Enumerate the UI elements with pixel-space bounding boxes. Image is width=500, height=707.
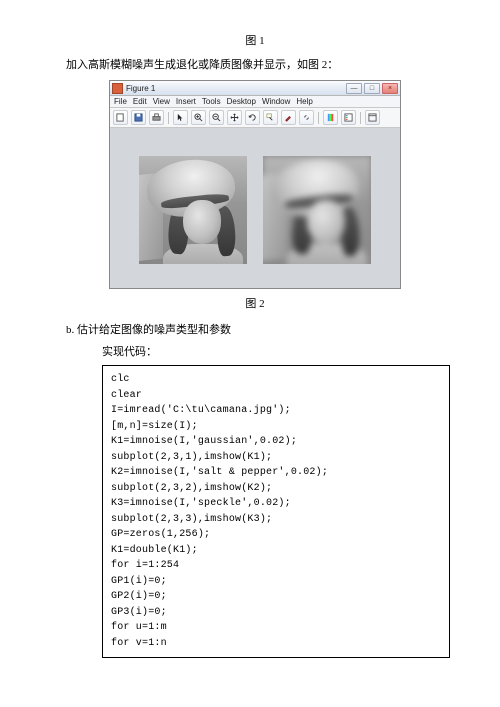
code-block: clc clear I=imread('C:\tu\camana.jpg'); …	[102, 365, 450, 658]
code-caption: 实现代码：	[102, 343, 450, 359]
pan-icon[interactable]	[227, 110, 242, 125]
pointer-icon[interactable]	[173, 110, 188, 125]
degraded-image	[263, 156, 371, 264]
window-maximize-button[interactable]: □	[364, 83, 380, 94]
menu-edit[interactable]: Edit	[133, 97, 147, 106]
section-b-heading: b. 估计给定图像的噪声类型和参数	[66, 321, 450, 337]
menu-tools[interactable]: Tools	[202, 97, 221, 106]
brush-icon[interactable]	[281, 110, 296, 125]
figure1-caption: 图 1	[60, 32, 450, 48]
menu-view[interactable]: View	[153, 97, 170, 106]
menu-help[interactable]: Help	[296, 97, 312, 106]
intro-text: 加入高斯模糊噪声生成退化或降质图像并显示，如图 2：	[66, 56, 450, 72]
zoom-out-icon[interactable]	[209, 110, 224, 125]
menu-file[interactable]: File	[114, 97, 127, 106]
menu-window[interactable]: Window	[262, 97, 290, 106]
original-image	[139, 156, 247, 264]
toolbar-separator	[318, 112, 319, 124]
app-icon	[112, 83, 123, 94]
hide-tools-icon[interactable]	[365, 110, 380, 125]
datacursor-icon[interactable]	[263, 110, 278, 125]
matlab-figure-window: Figure 1 — □ × File Edit View Insert Too…	[109, 80, 401, 289]
menu-insert[interactable]: Insert	[176, 97, 196, 106]
colorbar-icon[interactable]	[323, 110, 338, 125]
toolbar	[110, 108, 400, 128]
print-icon[interactable]	[149, 110, 164, 125]
new-figure-icon[interactable]	[113, 110, 128, 125]
toolbar-separator	[360, 112, 361, 124]
link-icon[interactable]	[299, 110, 314, 125]
save-icon[interactable]	[131, 110, 146, 125]
menu-desktop[interactable]: Desktop	[227, 97, 256, 106]
window-close-button[interactable]: ×	[382, 83, 398, 94]
figure-canvas	[110, 128, 400, 288]
zoom-in-icon[interactable]	[191, 110, 206, 125]
rotate-icon[interactable]	[245, 110, 260, 125]
figure2-caption: 图 2	[60, 295, 450, 311]
legend-icon[interactable]	[341, 110, 356, 125]
window-titlebar: Figure 1 — □ ×	[110, 81, 400, 96]
menu-bar: File Edit View Insert Tools Desktop Wind…	[110, 96, 400, 108]
window-minimize-button[interactable]: —	[346, 83, 362, 94]
window-title: Figure 1	[126, 84, 346, 93]
toolbar-separator	[168, 112, 169, 124]
